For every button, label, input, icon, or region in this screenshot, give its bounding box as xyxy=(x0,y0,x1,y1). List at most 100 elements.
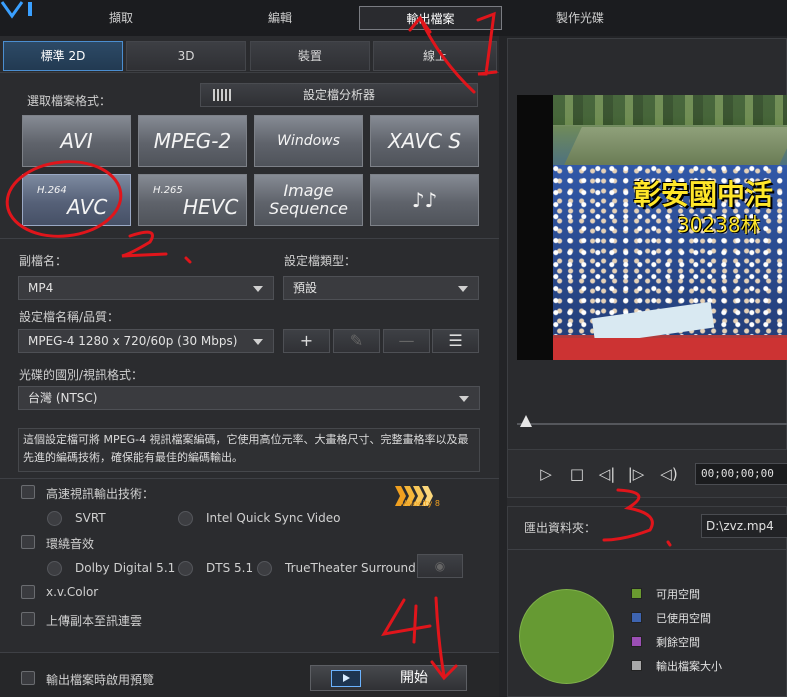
format-avi-label: AVI xyxy=(60,129,93,153)
play-icon[interactable]: ▷ xyxy=(535,463,557,485)
scrubber-knob[interactable] xyxy=(520,415,532,427)
preview-panel: 彰安國中活 30238林 ▷ □ ◁| |▷ ◁) 00;00;00;00 匯出… xyxy=(507,38,787,697)
format-xavcs-label: XAVC S xyxy=(387,129,462,153)
stage xyxy=(553,338,787,360)
prev-frame-icon[interactable]: ◁| xyxy=(596,463,618,485)
tab-edit[interactable]: 編輯 xyxy=(235,6,325,30)
hw-accel-checkbox[interactable] xyxy=(21,485,35,499)
format-hevc-prefix: H.265 xyxy=(153,185,183,196)
output-folder-label: 匯出資料夾： xyxy=(524,521,597,535)
surround-checkbox[interactable] xyxy=(21,535,35,549)
intel-qsv-radio[interactable] xyxy=(178,511,193,526)
truetheater-settings-button[interactable]: ◉ xyxy=(417,554,463,578)
upload-cloud-label: 上傳副本至訊連雲 xyxy=(46,614,143,628)
video-preview: 彰安國中活 30238林 xyxy=(517,95,787,360)
profile-name-select[interactable]: MPEG-4 1280 x 720/60p (30 Mbps) xyxy=(18,329,274,353)
format-audio-button[interactable]: ♪♪ xyxy=(370,174,479,226)
profile-type-value: 預設 xyxy=(293,281,318,295)
legend-output-size: 輸出檔案大小 xyxy=(631,659,722,675)
extension-select[interactable]: MP4 xyxy=(18,276,274,300)
legend-available: 可用空間 xyxy=(631,587,700,603)
tab-create-disc[interactable]: 製作光碟 xyxy=(535,6,625,30)
format-avc-prefix: H.264 xyxy=(37,185,67,196)
field xyxy=(564,127,787,165)
svrt-label: SVRT xyxy=(75,511,106,525)
format-sequence-label: Sequence xyxy=(269,199,348,218)
chevron-down-icon xyxy=(459,396,469,402)
settings-body: 選取檔案格式： 設定檔分析器 AVI MPEG-2 Windows Media … xyxy=(0,72,499,697)
format-avc-label: AVC xyxy=(67,195,108,219)
enable-preview-checkbox[interactable] xyxy=(21,671,35,685)
format-hevc-button[interactable]: H.265 HEVC xyxy=(138,174,247,226)
legend-label: 可用空間 xyxy=(656,588,700,601)
tab-produce[interactable]: 輸出檔案 xyxy=(359,6,502,30)
profile-analyzer-button[interactable]: 設定檔分析器 xyxy=(200,83,478,107)
tab-capture[interactable]: 擷取 xyxy=(76,6,166,30)
top-navigation: 擷取 編輯 輸出檔案 製作光碟 xyxy=(0,0,787,36)
format-hevc-label: HEVC xyxy=(183,195,239,219)
video-frame: 彰安國中活 30238林 xyxy=(553,95,787,360)
xvcolor-checkbox[interactable] xyxy=(21,585,35,599)
volume-icon[interactable]: ◁) xyxy=(658,463,680,485)
legend-label: 已使用空間 xyxy=(656,612,711,625)
region-value: 台灣 (NTSC) xyxy=(28,391,98,405)
format-windows-media-button[interactable]: Windows Media xyxy=(254,115,363,199)
subtab-3d[interactable]: 3D xyxy=(126,41,246,71)
format-mpeg2-button[interactable]: MPEG-2 xyxy=(138,115,247,167)
remove-profile-button[interactable]: — xyxy=(383,329,430,353)
dolby-label: Dolby Digital 5.1 xyxy=(75,561,176,575)
enable-preview-label: 輸出檔案時啟用預覽 xyxy=(46,673,155,687)
play-film-icon xyxy=(331,670,361,687)
profile-details-button[interactable]: ☰ xyxy=(432,329,479,353)
preview-area: 彰安國中活 30238林 ▷ □ ◁| |▷ ◁) 00;00;00;00 xyxy=(507,38,787,498)
profile-description: 這個設定檔可將 MPEG-4 視訊檔案編碼，它使用高位元率、大畫格尺寸、完整畫格… xyxy=(18,428,480,472)
format-xavcs-button[interactable]: XAVC S xyxy=(370,115,479,167)
edit-profile-button[interactable]: ✎ xyxy=(333,329,380,353)
format-avc-button[interactable]: H.264 AVC xyxy=(22,174,131,226)
legend-used: 已使用空間 xyxy=(631,611,711,627)
swatch xyxy=(631,612,642,623)
profile-name-label: 設定檔名稱/品質： xyxy=(19,310,120,324)
subtab-online[interactable]: 線上 xyxy=(373,41,497,71)
output-path-field[interactable]: D:\zvz.mp4 xyxy=(701,514,787,538)
truetheater-label: TrueTheater Surround xyxy=(285,561,416,575)
subtab-standard-2d[interactable]: 標準 2D xyxy=(3,41,123,71)
format-mpeg2-label: MPEG-2 xyxy=(153,129,232,153)
legend-remaining: 剩餘空間 xyxy=(631,635,700,651)
start-label: 開始 xyxy=(400,670,428,686)
region-label: 光碟的國別/視訊格式： xyxy=(19,368,144,382)
legend-label: 剩餘空間 xyxy=(656,636,700,649)
dts-radio[interactable] xyxy=(178,561,193,576)
profile-name-value: MPEG-4 1280 x 720/60p (30 Mbps) xyxy=(28,334,238,348)
swatch xyxy=(631,588,642,599)
svrt-radio[interactable] xyxy=(47,511,62,526)
playback-controls: ▷ □ ◁| |▷ ◁) 00;00;00;00 xyxy=(508,449,787,497)
legend-label: 輸出檔案大小 xyxy=(656,660,722,673)
start-button[interactable]: 開始 xyxy=(310,665,467,691)
stop-icon[interactable]: □ xyxy=(566,463,588,485)
produce-settings-panel: 標準 2D 3D 裝置 線上 選取檔案格式： 設定檔分析器 AVI MPEG-2… xyxy=(0,36,499,697)
profile-type-select[interactable]: 預設 xyxy=(283,276,479,300)
swatch xyxy=(631,660,642,671)
format-image-label: Image xyxy=(283,181,334,200)
timeline-scrubber[interactable] xyxy=(517,423,787,425)
format-image-sequence-button[interactable]: Image Sequence xyxy=(254,174,363,226)
subtab-device[interactable]: 裝置 xyxy=(250,41,370,71)
next-frame-icon[interactable]: |▷ xyxy=(625,463,647,485)
velocity-label: Velocity 8 xyxy=(401,499,441,508)
add-profile-button[interactable]: + xyxy=(283,329,330,353)
swatch xyxy=(631,636,642,647)
extension-value: MP4 xyxy=(28,281,54,295)
chevron-down-icon xyxy=(253,286,263,292)
dolby-radio[interactable] xyxy=(47,561,62,576)
timecode-display: 00;00;00;00 xyxy=(695,463,787,485)
analyzer-icon xyxy=(213,89,231,101)
truetheater-radio[interactable] xyxy=(257,561,272,576)
analyzer-label: 設定檔分析器 xyxy=(302,88,375,102)
format-avi-button[interactable]: AVI xyxy=(22,115,131,167)
divider xyxy=(0,478,499,479)
divider xyxy=(508,549,787,550)
video-subtitle-overlay: 30238林 xyxy=(677,213,761,237)
region-select[interactable]: 台灣 (NTSC) xyxy=(18,386,480,410)
upload-cloud-checkbox[interactable] xyxy=(21,612,35,626)
